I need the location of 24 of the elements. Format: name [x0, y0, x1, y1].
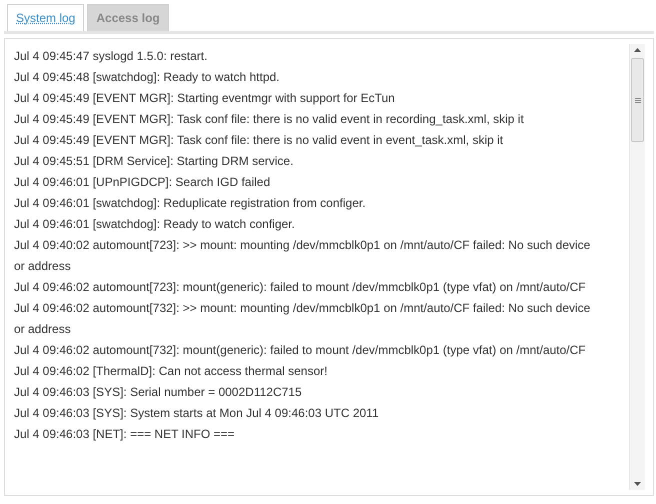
- log-entry: Jul 4 09:46:02 automount[732]: mount(generic): failed to mount /dev/mmcblk0p1 (type vfat) on /mnt/auto/CF: [14, 342, 587, 359]
- log-entry: Jul 4 09:46:02 automount[732]: >> mount: mounting /dev/mmcblk0p1 on /mnt/auto/CF failed: No such device or address: [14, 300, 592, 338]
- log-entry: Jul 4 09:40:02 automount[723]: >> mount: mounting /dev/mmcblk0p1 on /mnt/auto/CF failed: No such device or address: [14, 237, 592, 275]
- log-entry: Jul 4 09:45:47 syslogd 1.5.0: restart.: [14, 48, 208, 65]
- grip-icon: [634, 98, 640, 102]
- tab[interactable]: Access log: [87, 4, 169, 31]
- log-entry: Jul 4 09:46:01 [UPnPIGDCP]: Search IGD failed: [14, 174, 272, 191]
- log-entry: Jul 4 09:46:01 [swatchdog]: Ready to watch configer.: [14, 216, 296, 233]
- log-entry: Jul 4 09:46:03 [NET]: === NET INFO ===: [14, 426, 236, 443]
- log-entry: Jul 4 09:45:49 [EVENT MGR]: Task conf file: there is no valid event in recording_task.xml, skip it: [14, 111, 525, 128]
- log-entry: Jul 4 09:46:03 [SYS]: System starts at Mon Jul 4 09:46:03 UTC 2011: [14, 405, 380, 422]
- scroll-up-icon[interactable]: [634, 48, 641, 52]
- scroll-down-icon[interactable]: [634, 482, 641, 486]
- log-entry: Jul 4 09:45:49 [EVENT MGR]: Task conf file: there is no valid event in event_task.xml, skip it: [14, 132, 504, 149]
- scrollbar[interactable]: [629, 44, 645, 490]
- tab[interactable]: System log: [7, 4, 84, 31]
- log-entry: Jul 4 09:46:01 [swatchdog]: Reduplicate registration from configer.: [14, 195, 367, 212]
- log-entry: Jul 4 09:46:02 automount[723]: mount(generic): failed to mount /dev/mmcblk0p1 (type vfat) on /mnt/auto/CF: [14, 279, 587, 296]
- log-entry: Jul 4 09:45:49 [EVENT MGR]: Starting eventmgr with support for EcTun: [14, 90, 396, 107]
- log-entry: Jul 4 09:45:51 [DRM Service]: Starting DRM service.: [14, 153, 294, 170]
- scroll-thumb[interactable]: [631, 58, 644, 142]
- log-entry: Jul 4 09:45:48 [swatchdog]: Ready to watch httpd.: [14, 69, 280, 86]
- log-entry: Jul 4 09:46:03 [SYS]: Serial number = 0002D112C715: [14, 384, 303, 401]
- log-entry: Jul 4 09:46:02 [ThermalD]: Can not access thermal sensor!: [14, 363, 328, 380]
